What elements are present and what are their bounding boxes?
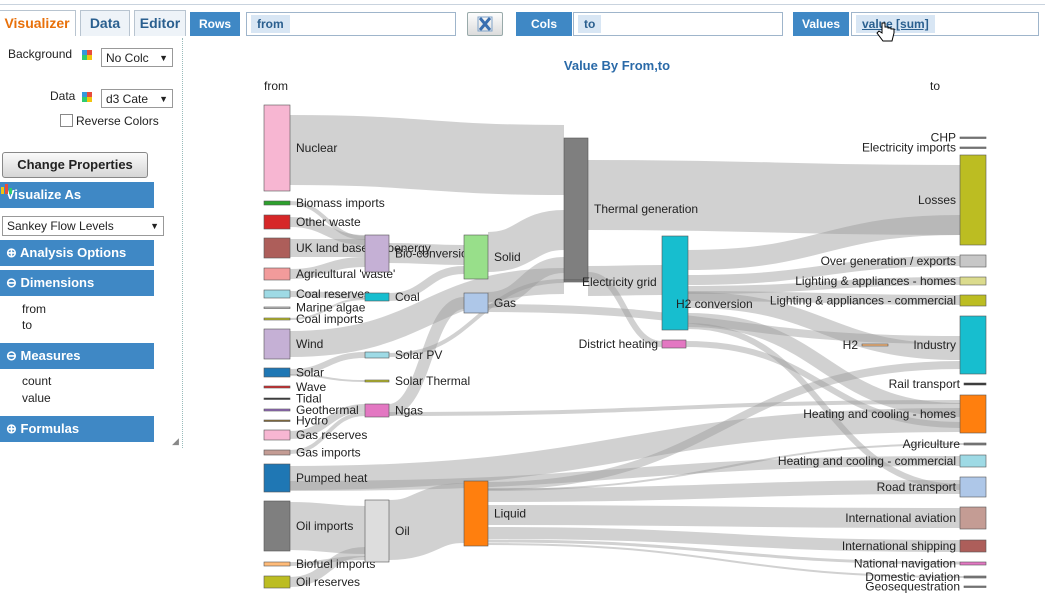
sankey-node[interactable] bbox=[263, 237, 291, 259]
right-column-header: to bbox=[930, 79, 940, 93]
sankey-node[interactable] bbox=[563, 137, 589, 281]
sankey-node[interactable] bbox=[661, 339, 687, 349]
sankey-node-label: Liquid bbox=[494, 507, 526, 521]
sankey-node[interactable] bbox=[959, 506, 987, 530]
sankey-node[interactable] bbox=[263, 500, 291, 552]
sankey-node-label: Coal bbox=[395, 290, 420, 304]
sankey-node[interactable] bbox=[364, 234, 390, 273]
sankey-node[interactable] bbox=[959, 476, 987, 498]
sankey-node-label: Gas bbox=[494, 296, 516, 310]
sankey-node-label: District heating bbox=[579, 337, 658, 351]
sankey-node[interactable] bbox=[263, 328, 291, 360]
sankey-node-label: National navigation bbox=[854, 557, 956, 571]
sankey-node-label: Losses bbox=[918, 193, 956, 207]
sankey-node[interactable] bbox=[263, 575, 291, 589]
sankey-node[interactable] bbox=[263, 561, 291, 567]
sankey-node-label: Pumped heat bbox=[296, 471, 368, 485]
sankey-node-label: Bio-conversion bbox=[395, 247, 474, 261]
sankey-node[interactable] bbox=[959, 154, 987, 246]
sankey-node[interactable] bbox=[959, 146, 987, 149]
sankey-node[interactable] bbox=[364, 499, 390, 563]
sankey-node[interactable] bbox=[963, 442, 987, 446]
sankey-link[interactable] bbox=[486, 210, 566, 272]
sankey-node[interactable] bbox=[661, 235, 689, 331]
chart-title: Value By From,to bbox=[564, 58, 670, 73]
sankey-node[interactable] bbox=[263, 463, 291, 493]
sankey-node[interactable] bbox=[959, 315, 987, 375]
sankey-node[interactable] bbox=[263, 200, 291, 206]
sankey-node[interactable] bbox=[959, 561, 987, 566]
sankey-node[interactable] bbox=[463, 480, 489, 547]
sankey-node-label: Electricity grid bbox=[582, 275, 657, 289]
sankey-node-label: Oil bbox=[395, 524, 410, 538]
sankey-node-label: Thermal generation bbox=[594, 202, 698, 216]
sankey-node[interactable] bbox=[263, 267, 291, 281]
sankey-chart: NuclearBiomass importsOther wasteUK land… bbox=[263, 58, 987, 594]
sankey-node[interactable] bbox=[364, 403, 390, 418]
sankey-node-label: Solar bbox=[296, 366, 324, 380]
sankey-node-label: Lighting & appliances - homes bbox=[795, 274, 956, 288]
sankey-node-label: Ngas bbox=[395, 404, 423, 418]
sankey-node[interactable] bbox=[959, 276, 987, 286]
sankey-node[interactable] bbox=[263, 408, 291, 412]
sankey-node-label: Wind bbox=[296, 337, 323, 351]
sankey-node-label: Other waste bbox=[296, 215, 361, 229]
sankey-node[interactable] bbox=[963, 575, 987, 579]
sankey-node[interactable] bbox=[364, 379, 390, 383]
sankey-node[interactable] bbox=[263, 419, 291, 422]
sankey-node[interactable] bbox=[959, 254, 987, 268]
sankey-node[interactable] bbox=[963, 585, 987, 588]
sankey-node-label: Industry bbox=[913, 338, 956, 352]
sankey-node-label: Gas imports bbox=[296, 446, 361, 460]
sankey-node-label: Solid bbox=[494, 250, 521, 264]
sankey-node-label: Oil reserves bbox=[296, 575, 360, 589]
sankey-node-label: Coal imports bbox=[296, 312, 363, 326]
sankey-node-label: International aviation bbox=[845, 511, 956, 525]
sankey-node[interactable] bbox=[963, 382, 987, 386]
sankey-node-label: Agriculture bbox=[903, 437, 961, 451]
sankey-node-label: Heating and cooling - homes bbox=[803, 407, 956, 421]
sankey-node-label: Geosequestration bbox=[865, 580, 960, 594]
sankey-node-label: Nuclear bbox=[296, 141, 337, 155]
sankey-node-label: Solar PV bbox=[395, 348, 442, 362]
sankey-node[interactable] bbox=[364, 351, 390, 359]
sankey-node-label: Electricity imports bbox=[862, 141, 956, 155]
sankey-node-label: Lighting & appliances - commercial bbox=[770, 294, 956, 308]
sankey-node[interactable] bbox=[263, 289, 291, 299]
sankey-node[interactable] bbox=[959, 136, 987, 139]
sankey-node[interactable] bbox=[263, 317, 291, 321]
sankey-node[interactable] bbox=[861, 343, 889, 347]
sankey-node-label: Over generation / exports bbox=[821, 254, 956, 268]
sankey-node-label: Solar Thermal bbox=[395, 374, 470, 388]
sankey-node[interactable] bbox=[263, 429, 291, 441]
sankey-node-label: Biomass imports bbox=[296, 196, 385, 210]
sankey-node[interactable] bbox=[463, 292, 489, 314]
sankey-node-label: H2 conversion bbox=[676, 297, 753, 311]
sankey-node-label: Road transport bbox=[877, 480, 957, 494]
sankey-node[interactable] bbox=[263, 214, 291, 230]
sankey-node[interactable] bbox=[959, 454, 987, 468]
sankey-node[interactable] bbox=[263, 104, 291, 192]
sankey-node[interactable] bbox=[263, 385, 291, 389]
sankey-link[interactable] bbox=[587, 160, 961, 235]
sankey-node[interactable] bbox=[959, 294, 987, 307]
sankey-node-label: Biofuel imports bbox=[296, 557, 375, 571]
sankey-node-label: Gas reserves bbox=[296, 428, 367, 442]
sankey-node[interactable] bbox=[463, 234, 489, 280]
sankey-node-label: Oil imports bbox=[296, 519, 353, 533]
sankey-node-label: International shipping bbox=[842, 539, 956, 553]
sankey-node-label: Heating and cooling - commercial bbox=[778, 454, 956, 468]
sankey-node[interactable] bbox=[364, 292, 390, 302]
sankey-node[interactable] bbox=[959, 539, 987, 553]
sankey-node-label: Coal reserves bbox=[296, 287, 370, 301]
sankey-node[interactable] bbox=[263, 397, 291, 400]
sankey-node[interactable] bbox=[263, 306, 291, 309]
sankey-node-label: Rail transport bbox=[889, 377, 961, 391]
sankey-node[interactable] bbox=[263, 449, 291, 456]
sankey-node[interactable] bbox=[263, 367, 291, 378]
sankey-node-label: Hydro bbox=[296, 414, 328, 428]
left-column-header: from bbox=[264, 79, 288, 93]
sankey-node[interactable] bbox=[959, 394, 987, 434]
sankey-node-label: H2 bbox=[843, 338, 859, 352]
